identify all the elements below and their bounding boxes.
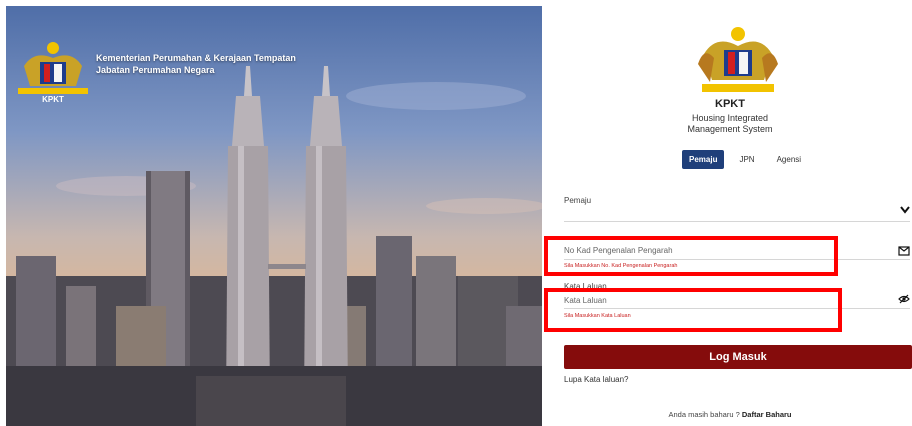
hero-org-line1: Kementerian Perumahan & Kerajaan Tempata… [96, 53, 296, 63]
category-select[interactable]: Pemaju [564, 196, 591, 205]
eye-slash-icon[interactable] [898, 294, 910, 304]
forgot-password-link[interactable]: Lupa Kata laluan? [564, 375, 629, 384]
kpkt-crest-icon [698, 27, 778, 92]
signup-prompt: Anda masih baharu ? Daftar Baharu [548, 410, 912, 419]
hero-image: KPKT Kementerian Perumahan & Kerajaan Te… [6, 6, 542, 426]
org-short-name: KPKT [715, 98, 745, 110]
signup-link[interactable]: Daftar Baharu [742, 410, 792, 419]
hero-org-line2: Jabatan Perumahan Negara [96, 65, 215, 75]
highlight-id-field [544, 236, 838, 276]
tab-agensi[interactable]: Agensi [770, 150, 808, 169]
user-type-tabs: Pemaju JPN Agensi [682, 150, 808, 169]
chevron-down-icon[interactable] [900, 206, 910, 214]
category-divider [564, 221, 910, 222]
tab-jpn[interactable]: JPN [732, 150, 761, 169]
system-name-line2: Management System [687, 124, 773, 134]
login-panel: KPKT Housing Integrated Management Syste… [544, 0, 912, 426]
highlight-password-field [544, 288, 842, 332]
hero-org-text: Kementerian Perumahan & Kerajaan Tempata… [96, 52, 296, 76]
login-button[interactable]: Log Masuk [564, 345, 912, 369]
envelope-icon [898, 246, 910, 256]
kpkt-crest-icon: KPKT [18, 42, 88, 104]
system-name-line1: Housing Integrated [691, 113, 769, 123]
hero-logo-text: KPKT [42, 95, 64, 104]
tab-pemaju[interactable]: Pemaju [682, 150, 725, 169]
signup-prompt-text: Anda masih baharu ? [668, 410, 740, 419]
